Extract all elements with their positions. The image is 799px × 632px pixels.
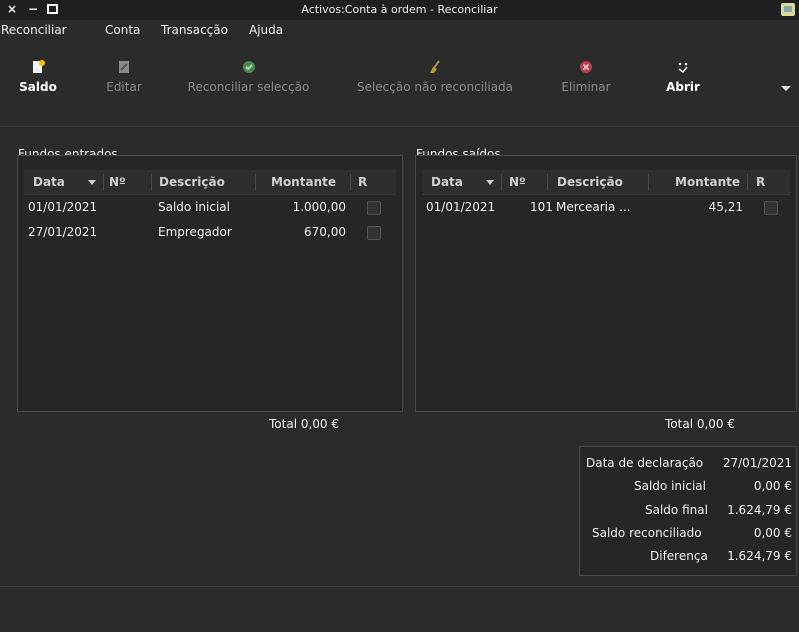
difference-value: 1.624,79 € <box>727 549 792 563</box>
reconciled-balance-value: 0,00 € <box>753 526 792 540</box>
col-reconciled[interactable]: R <box>358 175 367 189</box>
sparkle-icon <box>676 60 690 74</box>
reconcile-checkbox[interactable] <box>367 201 381 215</box>
row-description: Mercearia ... <box>556 200 631 214</box>
row-description: Empregador <box>158 225 232 239</box>
toolbar-overflow-icon[interactable] <box>781 86 791 91</box>
row-description: Saldo inicial <box>158 200 230 214</box>
row-amount: 1.000,00 <box>292 200 346 214</box>
funds-out-pane: Data Nº Descrição Montante R 01/01/2021 … <box>415 155 797 412</box>
row-amount: 45,21 <box>708 200 743 214</box>
table-row[interactable]: 27/01/2021 Empregador 670,00 <box>24 222 396 244</box>
eliminar-button[interactable]: Eliminar <box>556 60 616 94</box>
seleccao-nao-reconciliada-button[interactable]: Selecção não reconciliada <box>345 60 525 94</box>
col-num[interactable]: Nº <box>509 175 526 189</box>
toolbar: Saldo Editar Reconciliar selecção Selecç… <box>0 42 799 122</box>
col-reconciled[interactable]: R <box>756 175 765 189</box>
toolbar-divider <box>0 126 799 127</box>
funds-out-header: Data Nº Descrição Montante R <box>422 170 790 195</box>
funds-out-total: Total 0,00 € <box>665 417 736 431</box>
ending-balance-value: 1.624,79 € <box>727 503 792 517</box>
summary-ending-balance: Saldo final 1.624,79 € <box>580 503 792 521</box>
reconcile-checkbox[interactable] <box>367 226 381 240</box>
row-date: 01/01/2021 <box>28 200 98 214</box>
sort-descending-icon[interactable] <box>88 180 96 185</box>
statement-date-label: Data de declaração <box>586 456 704 470</box>
opening-balance-label: Saldo inicial <box>634 479 706 493</box>
column-separator <box>547 174 548 190</box>
menu-bar: Reconciliar Conta Transacção Ajuda <box>0 20 799 42</box>
delete-circle-icon <box>579 60 593 74</box>
title-bar: × − Activos:Conta à ordem - Reconciliar <box>0 0 799 21</box>
reconcile-summary: Data de declaração 27/01/2021 Saldo inic… <box>579 446 797 576</box>
summary-opening-balance: Saldo inicial 0,00 € <box>580 479 792 497</box>
menu-transaccao[interactable]: Transacção <box>161 23 228 37</box>
status-bar <box>0 586 799 632</box>
summary-statement-date: Data de declaração 27/01/2021 <box>580 456 792 474</box>
sort-descending-icon[interactable] <box>486 180 494 185</box>
table-row[interactable]: 01/01/2021 101 Mercearia ... 45,21 <box>422 197 790 219</box>
col-date[interactable]: Data <box>33 175 65 189</box>
window-title: Activos:Conta à ordem - Reconciliar <box>301 3 498 16</box>
row-amount: 670,00 <box>304 225 346 239</box>
broom-icon <box>428 60 442 74</box>
col-amount[interactable]: Montante <box>675 175 740 189</box>
app-icon <box>781 3 795 16</box>
menu-conta[interactable]: Conta <box>105 23 140 37</box>
funds-in-pane: Data Nº Descrição Montante R 01/01/2021 … <box>17 155 403 412</box>
row-num: 101 <box>530 200 553 214</box>
column-separator <box>103 174 104 190</box>
summary-reconciled-balance: Saldo reconciliado 0,00 € <box>580 526 792 544</box>
column-separator <box>255 174 256 190</box>
row-date: 01/01/2021 <box>426 200 496 214</box>
col-description[interactable]: Descrição <box>159 175 225 189</box>
menu-reconciliar[interactable]: Reconciliar <box>1 23 67 37</box>
difference-label: Diferença <box>650 549 708 563</box>
opening-balance-value: 0,00 € <box>753 479 792 493</box>
column-separator <box>747 174 748 190</box>
table-row[interactable]: 01/01/2021 Saldo inicial 1.000,00 <box>24 197 396 219</box>
column-separator <box>350 174 351 190</box>
summary-difference: Diferença 1.624,79 € <box>580 549 792 567</box>
col-num[interactable]: Nº <box>109 175 126 189</box>
reconciled-balance-label: Saldo reconciliado <box>592 526 702 540</box>
row-date: 27/01/2021 <box>28 225 98 239</box>
saldo-button[interactable]: Saldo <box>18 60 58 94</box>
edit-document-icon <box>117 60 131 74</box>
funds-in-total: Total 0,00 € <box>269 417 340 431</box>
col-amount[interactable]: Montante <box>271 175 336 189</box>
column-separator <box>648 174 649 190</box>
reconcile-checkbox[interactable] <box>764 201 778 215</box>
statement-date-value: 27/01/2021 <box>722 456 792 470</box>
editar-button[interactable]: Editar <box>101 60 147 94</box>
check-circle-icon <box>242 60 256 74</box>
col-date[interactable]: Data <box>431 175 463 189</box>
reconciliar-seleccao-button[interactable]: Reconciliar selecção <box>177 60 320 94</box>
column-separator <box>151 174 152 190</box>
column-separator <box>501 174 502 190</box>
ending-balance-label: Saldo final <box>645 503 708 517</box>
abrir-button[interactable]: Abrir <box>663 60 703 94</box>
new-document-icon <box>31 60 45 74</box>
funds-in-header: Data Nº Descrição Montante R <box>24 170 396 195</box>
col-description[interactable]: Descrição <box>557 175 623 189</box>
menu-ajuda[interactable]: Ajuda <box>249 23 283 37</box>
